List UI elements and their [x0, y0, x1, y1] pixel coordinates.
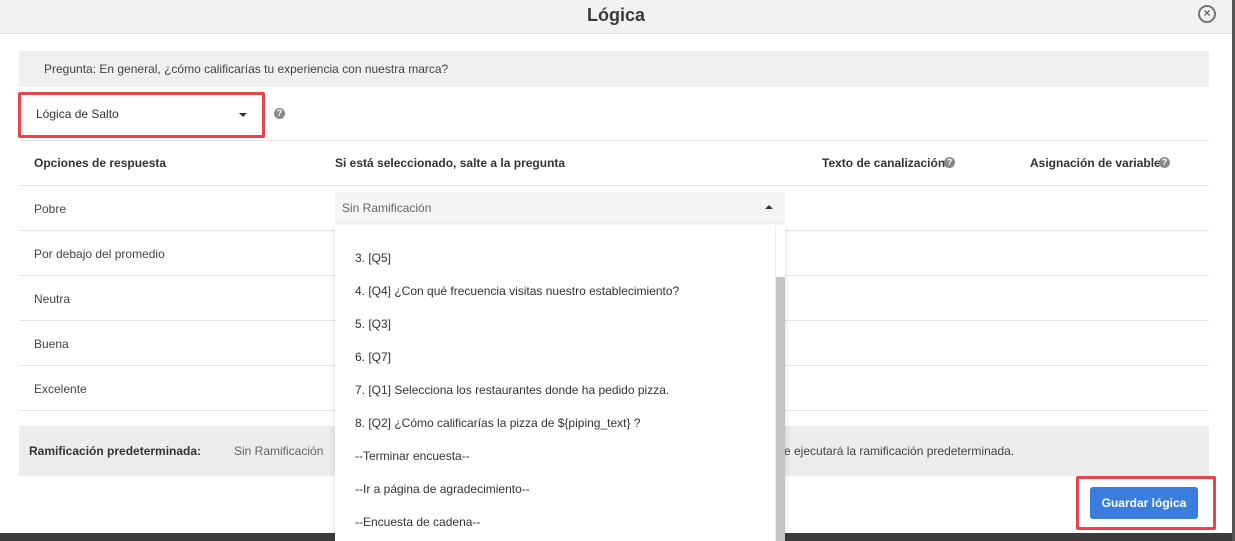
branch-select-value: Sin Ramificación — [342, 201, 432, 215]
dropdown-item[interactable]: 4. [Q4] ¿Con qué frecuencia visitas nues… — [355, 284, 679, 298]
close-icon[interactable]: × — [1198, 5, 1216, 23]
dropdown-item[interactable]: --Encuesta de cadena-- — [355, 515, 480, 529]
dropdown-item[interactable]: 3. [Q5] — [355, 251, 391, 265]
logic-dialog: Lógica × Pregunta: En general, ¿cómo cal… — [0, 0, 1232, 541]
branch-select[interactable]: Sin Ramificación — [335, 192, 785, 224]
col-variable: Asignación de variable — [1030, 156, 1161, 170]
row-label: Excelente — [34, 382, 87, 396]
row-label: Pobre — [34, 202, 67, 216]
dropdown-item[interactable]: --Terminar encuesta-- — [355, 449, 470, 463]
chevron-up-icon — [765, 205, 773, 209]
dialog-title: Lógica — [586, 5, 645, 25]
col-piping-text: Texto de canalización — [822, 156, 946, 170]
help-icon[interactable]: ? — [274, 108, 285, 119]
branch-dropdown-menu: 3. [Q5] 4. [Q4] ¿Con qué frecuencia visi… — [335, 225, 785, 541]
help-icon[interactable]: ? — [1159, 157, 1170, 168]
dropdown-item[interactable]: --Ir a página de agradecimiento-- — [355, 482, 530, 496]
col-options: Opciones de respuesta — [34, 156, 167, 170]
dropdown-item[interactable]: 6. [Q7] — [355, 350, 391, 364]
row-label: Neutra — [34, 292, 71, 306]
default-branch-note: e ejecutará la ramificación predetermina… — [784, 444, 1015, 458]
save-logic-button[interactable]: Guardar lógica — [1090, 487, 1198, 519]
row-label: Por debajo del promedio — [34, 247, 165, 261]
logic-type-select[interactable]: Lógica de Salto — [26, 99, 258, 130]
question-text: Pregunta: En general, ¿cómo calificarías… — [19, 51, 1209, 87]
help-icon[interactable]: ? — [944, 157, 955, 168]
dialog-header: Lógica × — [0, 0, 1232, 34]
dropdown-item-clipped[interactable] — [355, 225, 358, 231]
dropdown-item[interactable]: 7. [Q1] Selecciona los restaurantes dond… — [355, 383, 669, 397]
dropdown-item[interactable]: 5. [Q3] — [355, 317, 391, 331]
dropdown-scroll-thumb[interactable] — [776, 277, 785, 541]
row-label: Buena — [34, 337, 69, 351]
col-skip-to: Si está seleccionado, salte a la pregunt… — [335, 156, 566, 170]
default-branch-label: Ramificación predeterminada: — [29, 444, 202, 458]
dropdown-item[interactable]: 8. [Q2] ¿Cómo calificarías la pizza de $… — [355, 416, 641, 430]
default-branch-select[interactable]: Sin Ramificación — [234, 444, 323, 458]
chevron-down-icon — [239, 113, 247, 117]
table-header: Opciones de respuesta Si está selecciona… — [19, 140, 1209, 186]
logic-type-value: Lógica de Salto — [36, 107, 119, 121]
